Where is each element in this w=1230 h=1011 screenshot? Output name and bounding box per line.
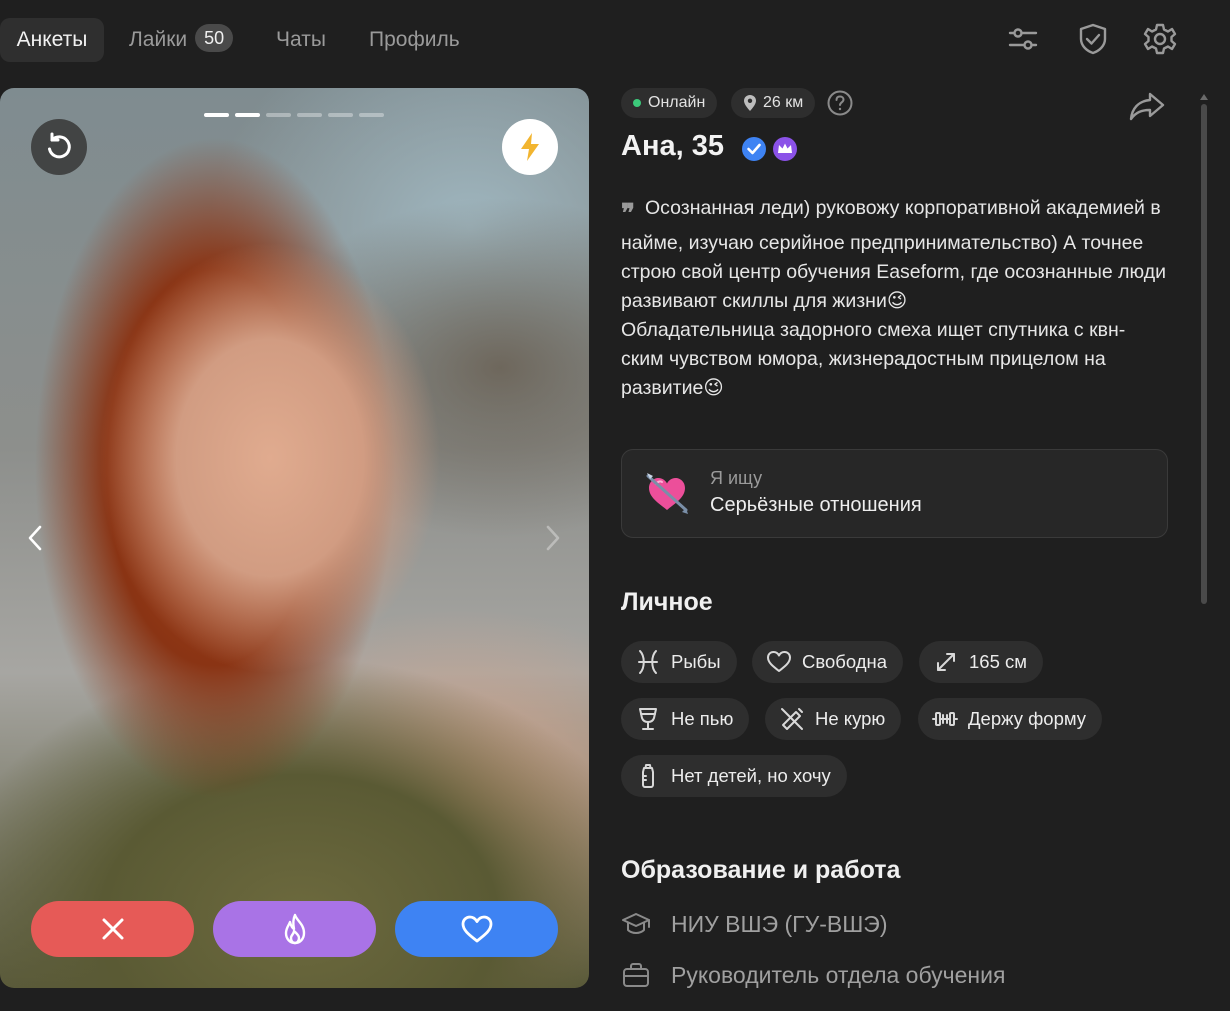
heart-arrow-icon [646,473,688,514]
heart-outline-icon [767,651,791,672]
lightning-icon [521,133,539,161]
dumbbell-icon [932,712,958,726]
tab-profiles[interactable]: Анкеты [0,18,104,62]
chip-smoking-label: Не курю [815,708,886,729]
baby-bottle-icon [642,764,654,788]
online-dot [633,99,641,107]
chip-height-label: 165 см [969,651,1027,672]
distance-label: 26 км [763,94,804,111]
tab-likes-label: Лайки [129,28,188,51]
location-pin-icon [744,95,756,111]
superlike-button[interactable] [213,901,376,957]
share-icon[interactable] [1128,90,1166,124]
chip-zodiac-label: Рыбы [671,651,721,672]
top-navigation: Анкеты Лайки 50 Чаты Профиль [0,0,1230,80]
pisces-icon [638,650,658,674]
help-icon[interactable] [827,90,853,116]
chip-smoking: Не курю [765,698,902,740]
boost-button[interactable] [502,119,558,175]
photo-indicator-dot[interactable] [328,113,353,117]
education-label: НИУ ВШЭ (ГУ-ВШЭ) [671,910,888,937]
photo-indicator [204,113,384,117]
work-label: Руководитель отдела обучения [671,961,1006,988]
chip-relationship-label: Свободна [802,651,888,672]
profile-name-age: Ана, 35 [621,130,724,162]
photo-indicator-dot[interactable] [235,113,260,117]
tab-chats[interactable]: Чаты [276,18,326,62]
tab-likes[interactable]: Лайки 50 [129,18,234,62]
chip-height: 165 см [919,641,1043,683]
education-row: НИУ ВШЭ (ГУ-ВШЭ) [621,909,887,939]
photo-indicator-dot[interactable] [297,113,322,117]
online-status-label: Онлайн [648,94,706,111]
shield-check-icon[interactable] [1076,22,1110,56]
profile-bio: ❞ Осознанная леди) руковожу корпоративной… [621,194,1166,403]
chip-children-label: Нет детей, но хочу [671,765,831,786]
photo-indicator-dot[interactable] [359,113,384,117]
flame-icon [284,913,305,945]
photo-indicator-dot[interactable] [204,113,229,117]
next-photo-button[interactable] [538,518,568,558]
photo-indicator-dot[interactable] [266,113,291,117]
expand-icon [937,653,955,671]
chip-children: Нет детей, но хочу [621,755,847,797]
chevron-right-icon [546,525,560,551]
bio-text: Осознанная леди) руковожу корпоративной … [621,197,1167,399]
distance-badge: 26 км [731,88,816,118]
chip-drinking: Не пью [621,698,750,740]
gear-icon[interactable] [1143,22,1177,56]
chevron-left-icon [28,525,42,551]
chip-drinking-label: Не пью [671,708,734,729]
looking-for-value: Серьёзные отношения [710,494,922,516]
tab-profile[interactable]: Профиль [369,18,460,62]
no-smoking-icon [781,708,803,730]
chip-relationship: Свободна [752,641,904,683]
close-icon [102,918,123,940]
scrollbar[interactable] [1199,92,1209,607]
scrollbar-thumb[interactable] [1201,104,1207,604]
glass-icon [639,708,657,730]
verified-badge-icon [742,137,766,161]
like-button[interactable] [395,901,558,957]
profile-photo[interactable] [0,88,589,988]
education-section-title: Образование и работа [621,856,901,884]
chip-fitness: Держу форму [918,698,1103,740]
heart-icon [461,915,492,943]
previous-photo-button[interactable] [20,518,50,558]
chip-fitness-label: Держу форму [968,708,1087,729]
likes-count-badge: 50 [195,24,234,52]
looking-for-label: Я ищу [710,468,763,488]
undo-button[interactable] [31,119,87,175]
premium-crown-icon [773,137,797,161]
online-status-badge: Онлайн [621,88,718,118]
personal-section-title: Личное [621,588,713,616]
graduation-cap-icon [622,913,650,934]
undo-icon [48,132,71,159]
briefcase-icon [623,963,649,987]
chip-zodiac: Рыбы [621,641,737,683]
work-row: Руководитель отдела обучения [621,960,1005,990]
dislike-button[interactable] [31,901,194,957]
quote-icon: ❞ [621,199,635,229]
sliders-icon[interactable] [1006,22,1040,56]
looking-for-card: Я ищу Серьёзные отношения [621,449,1168,538]
